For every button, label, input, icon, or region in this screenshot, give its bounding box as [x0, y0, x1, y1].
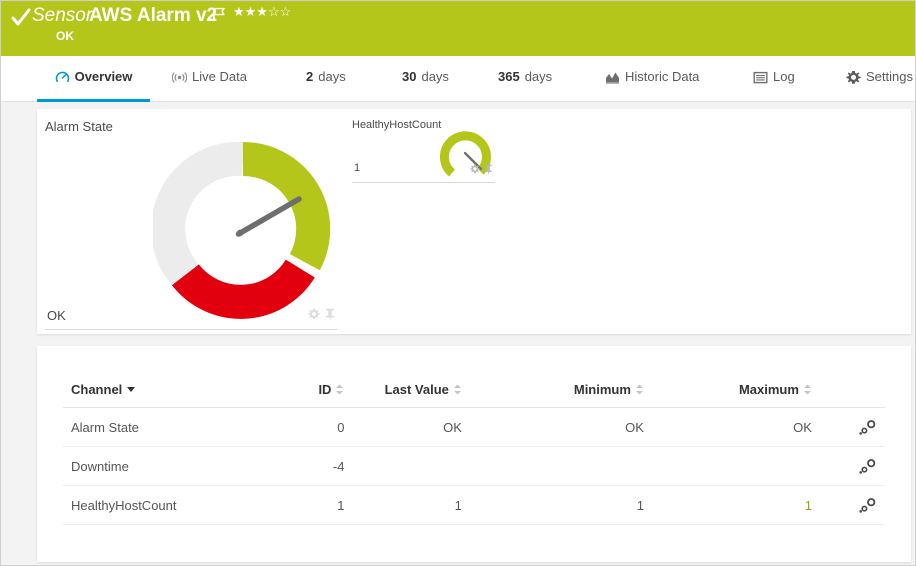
tab-settings[interactable]: Settings	[846, 69, 913, 102]
sensor-overview-page: Sensor AWS Alarm v2 ★★★☆☆ OK Overview	[0, 0, 916, 566]
tab-settings-label: Settings	[866, 69, 913, 84]
column-header-channel[interactable]: Channel	[63, 382, 262, 408]
cell-actions[interactable]	[820, 486, 885, 525]
cell-last-value: 1	[352, 486, 469, 525]
table-row[interactable]: HealthyHostCount 1 1 1 1	[63, 486, 885, 525]
tab-30-days[interactable]: 30 days	[402, 69, 449, 102]
tab-historic-data[interactable]: Historic Data	[605, 69, 699, 102]
sort-icon	[453, 384, 462, 395]
sensor-header: Sensor AWS Alarm v2 ★★★☆☆ OK	[1, 1, 916, 56]
gear-icon[interactable]	[308, 308, 320, 320]
settings-gear-icon[interactable]	[859, 497, 877, 513]
cell-minimum	[470, 447, 652, 486]
column-header-minimum-label: Minimum	[574, 382, 631, 397]
active-tab-underline	[37, 99, 150, 102]
pin-icon[interactable]	[325, 308, 335, 320]
channels-table-body: Alarm State 0 OK OK OK Downtime	[63, 408, 885, 525]
tab-2-days-label: days	[318, 69, 345, 84]
alarm-state-gauge-block: Alarm State OK	[37, 109, 347, 334]
cell-maximum: OK	[652, 408, 820, 447]
channels-panel: Channel ID Last Value Minimum Maximum	[37, 346, 911, 562]
settings-gear-icon[interactable]	[859, 419, 877, 435]
rating-stars[interactable]: ★★★☆☆	[233, 5, 291, 19]
sort-icon	[803, 384, 812, 395]
check-icon	[11, 7, 31, 29]
channels-table-head: Channel ID Last Value Minimum Maximum	[63, 382, 885, 408]
alarm-state-gauge-title: Alarm State	[45, 119, 113, 134]
column-header-last-value[interactable]: Last Value	[352, 382, 469, 408]
column-header-minimum[interactable]: Minimum	[470, 382, 652, 408]
cell-last-value: OK	[352, 408, 469, 447]
healthyhostcount-gauge-title: HealthyHostCount	[352, 119, 441, 131]
cell-channel: Alarm State	[63, 408, 262, 447]
cell-actions[interactable]	[820, 447, 885, 486]
pin-icon[interactable]	[484, 164, 493, 174]
column-header-last-value-label: Last Value	[385, 382, 449, 397]
tab-live-data[interactable]: Live Data	[172, 69, 247, 102]
cell-channel: Downtime	[63, 447, 262, 486]
cell-maximum	[652, 447, 820, 486]
table-row[interactable]: Alarm State 0 OK OK OK	[63, 408, 885, 447]
cell-actions[interactable]	[820, 408, 885, 447]
signal-icon	[172, 70, 187, 85]
tab-overview[interactable]: Overview	[37, 69, 150, 102]
page-title: AWS Alarm v2	[89, 5, 217, 27]
cell-channel: HealthyHostCount	[63, 486, 262, 525]
gear-icon	[846, 70, 861, 85]
gauge-icon	[55, 70, 70, 85]
cell-last-value	[352, 447, 469, 486]
tab-365-days[interactable]: 365 days	[498, 69, 552, 102]
tab-overview-label: Overview	[75, 69, 133, 84]
status-badge: OK	[56, 29, 74, 43]
column-header-id-label: ID	[318, 382, 331, 397]
caret-down-icon	[127, 387, 135, 392]
log-icon	[753, 70, 768, 85]
tab-log[interactable]: Log	[753, 69, 795, 102]
table-header-row: Channel ID Last Value Minimum Maximum	[63, 382, 885, 408]
table-row[interactable]: Downtime -4	[63, 447, 885, 486]
flag-icon[interactable]	[212, 7, 226, 22]
alarm-state-value: OK	[47, 308, 66, 323]
column-header-maximum[interactable]: Maximum	[652, 382, 820, 408]
chart-icon	[605, 70, 620, 85]
column-header-actions	[820, 382, 885, 408]
column-header-maximum-label: Maximum	[739, 382, 799, 397]
tab-365-days-count: 365	[498, 69, 520, 84]
cell-id: -4	[262, 447, 353, 486]
healthyhostcount-gauge-footer: 1	[352, 161, 495, 183]
healthyhostcount-value: 1	[354, 162, 360, 174]
cell-minimum: OK	[470, 408, 652, 447]
alarm-state-gauge-footer: OK	[45, 304, 337, 330]
tab-30-days-label: days	[421, 69, 448, 84]
tab-historic-data-label: Historic Data	[625, 69, 699, 84]
alarm-state-gauge	[153, 139, 333, 319]
cell-minimum: 1	[470, 486, 652, 525]
tab-live-data-label: Live Data	[192, 69, 247, 84]
sort-icon	[635, 384, 644, 395]
sensor-kind-label: Sensor	[32, 5, 92, 27]
tab-365-days-label: days	[525, 69, 552, 84]
healthyhostcount-gauge-actions	[470, 164, 493, 174]
tab-2-days-count: 2	[306, 69, 313, 84]
gear-icon[interactable]	[470, 164, 480, 174]
alarm-state-gauge-actions	[308, 308, 335, 320]
tab-log-label: Log	[773, 69, 795, 84]
tab-30-days-count: 30	[402, 69, 416, 84]
cell-id: 0	[262, 408, 353, 447]
tab-bar: Overview Live Data 2 days 30 days	[1, 56, 916, 102]
gauges-panel: Alarm State OK	[37, 109, 911, 334]
column-header-id[interactable]: ID	[262, 382, 353, 408]
healthyhostcount-gauge-block: HealthyHostCount 1	[347, 109, 499, 187]
cell-maximum: 1	[652, 486, 820, 525]
cell-id: 1	[262, 486, 353, 525]
channels-table: Channel ID Last Value Minimum Maximum	[63, 382, 885, 525]
column-header-channel-label: Channel	[71, 382, 122, 397]
settings-gear-icon[interactable]	[859, 458, 877, 474]
sort-icon	[335, 384, 344, 395]
tab-2-days[interactable]: 2 days	[306, 69, 346, 102]
